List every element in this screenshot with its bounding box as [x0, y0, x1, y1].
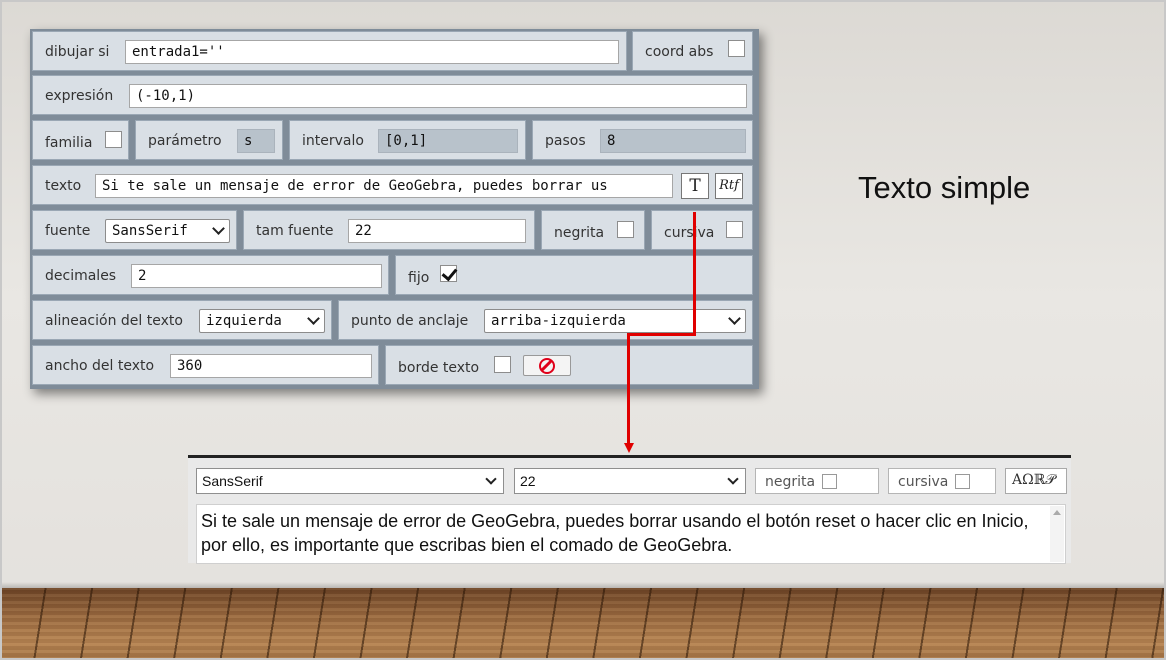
- expression-label: expresión: [45, 88, 114, 104]
- draw-if-input[interactable]: entrada1='': [125, 40, 619, 64]
- coord-abs-checkbox[interactable]: [728, 40, 745, 57]
- no-border-color-button[interactable]: [523, 355, 571, 376]
- text-label: texto: [45, 178, 82, 194]
- rich-text-button[interactable]: Rtf: [715, 173, 743, 199]
- expression-cell: expresión (-10,1): [32, 75, 753, 115]
- border-label: borde texto: [398, 360, 480, 376]
- parameter-input[interactable]: s: [237, 129, 275, 153]
- arrow-segment-left: [627, 333, 696, 336]
- row-draw-if: dibujar si entrada1='' coord abs: [30, 31, 759, 71]
- coord-abs-label: coord abs: [645, 44, 714, 60]
- chevron-down-icon: [485, 473, 497, 485]
- family-cell: familia: [32, 120, 129, 160]
- family-checkbox[interactable]: [105, 131, 122, 148]
- plain-text-button[interactable]: T: [681, 173, 709, 199]
- anchor-select-value: arriba-izquierda: [491, 313, 626, 329]
- font-cell: fuente SansSerif: [32, 210, 237, 250]
- text-cell: texto Si te sale un mensaje de error de …: [32, 165, 753, 205]
- editor-font-value: SansSerif: [202, 473, 263, 489]
- editor-bold-label: negrita: [765, 474, 816, 490]
- slide-title: Texto simple: [858, 170, 1031, 205]
- bold-cell: negrita: [541, 210, 645, 250]
- editor-bold-checkbox[interactable]: [822, 474, 837, 489]
- arrow-segment-down-2: [627, 333, 630, 445]
- symbols-button[interactable]: AΩℝ𝒫: [1005, 468, 1067, 494]
- italic-checkbox[interactable]: [726, 221, 743, 238]
- fixed-checkbox[interactable]: [440, 265, 457, 282]
- fixed-label: fijo: [408, 270, 430, 286]
- italic-cell: cursiva: [651, 210, 753, 250]
- family-label: familia: [45, 135, 93, 151]
- anchor-select[interactable]: arriba-izquierda: [484, 309, 746, 333]
- interval-input[interactable]: [0,1]: [378, 129, 518, 153]
- no-entry-icon: [539, 358, 555, 374]
- font-size-label: tam fuente: [256, 223, 334, 239]
- font-size-cell: tam fuente 22: [243, 210, 535, 250]
- font-size-input[interactable]: 22: [348, 219, 526, 243]
- anchor-label: punto de anclaje: [351, 313, 469, 329]
- decimals-input[interactable]: 2: [131, 264, 382, 288]
- chevron-down-icon: [728, 312, 741, 325]
- interval-label: intervalo: [302, 133, 364, 149]
- interval-cell: intervalo [0,1]: [289, 120, 526, 160]
- draw-if-cell: dibujar si entrada1='': [32, 31, 627, 71]
- row-font: fuente SansSerif tam fuente 22 negrita c…: [30, 210, 759, 250]
- row-family: familia parámetro s intervalo [0,1] paso…: [30, 120, 759, 160]
- parameter-cell: parámetro s: [135, 120, 283, 160]
- chevron-down-icon: [727, 473, 739, 485]
- editor-italic-label: cursiva: [898, 474, 949, 490]
- text-width-input[interactable]: 360: [170, 354, 372, 378]
- editor-bold-toggle[interactable]: negrita: [755, 468, 879, 494]
- rich-text-editor: SansSerif 22 negrita cursiva AΩℝ𝒫 Si te …: [188, 455, 1071, 564]
- text-width-label: ancho del texto: [45, 358, 155, 374]
- alignment-select[interactable]: izquierda: [199, 309, 325, 333]
- text-width-cell: ancho del texto 360: [32, 345, 379, 385]
- steps-input[interactable]: 8: [600, 129, 746, 153]
- editor-italic-checkbox[interactable]: [955, 474, 970, 489]
- draw-if-label: dibujar si: [45, 44, 110, 60]
- decimals-label: decimales: [45, 268, 117, 284]
- row-decimals: decimales 2 fijo: [30, 255, 759, 295]
- wooden-floor: [0, 588, 1166, 660]
- parameter-label: parámetro: [148, 133, 222, 149]
- expression-input[interactable]: (-10,1): [129, 84, 747, 108]
- row-expression: expresión (-10,1): [30, 75, 759, 115]
- chevron-down-icon: [212, 222, 225, 235]
- font-select[interactable]: SansSerif: [105, 219, 230, 243]
- editor-text-area[interactable]: Si te sale un mensaje de error de GeoGeb…: [196, 504, 1066, 564]
- font-label: fuente: [45, 223, 91, 239]
- decimals-cell: decimales 2: [32, 255, 389, 295]
- coord-abs-cell: coord abs: [632, 31, 753, 71]
- editor-font-select[interactable]: SansSerif: [196, 468, 504, 494]
- bold-label: negrita: [554, 225, 605, 241]
- chevron-down-icon: [307, 312, 320, 325]
- text-input[interactable]: Si te sale un mensaje de error de GeoGeb…: [95, 174, 673, 198]
- bold-checkbox[interactable]: [617, 221, 634, 238]
- alignment-label: alineación del texto: [45, 313, 183, 329]
- alignment-select-value: izquierda: [206, 313, 282, 329]
- editor-size-select[interactable]: 22: [514, 468, 746, 494]
- font-select-value: SansSerif: [112, 223, 188, 239]
- arrow-segment-down: [693, 212, 696, 335]
- steps-label: pasos: [545, 133, 586, 149]
- italic-label: cursiva: [664, 225, 715, 241]
- row-text: texto Si te sale un mensaje de error de …: [30, 165, 759, 205]
- editor-size-value: 22: [520, 473, 536, 489]
- border-checkbox[interactable]: [494, 356, 511, 373]
- alignment-cell: alineación del texto izquierda: [32, 300, 332, 340]
- scrollbar[interactable]: [1050, 506, 1064, 562]
- arrow-head: [624, 443, 634, 453]
- fixed-cell: fijo: [395, 255, 753, 295]
- border-cell: borde texto: [385, 345, 753, 385]
- editor-italic-toggle[interactable]: cursiva: [888, 468, 996, 494]
- editor-text-content: Si te sale un mensaje de error de GeoGeb…: [201, 511, 1029, 555]
- steps-cell: pasos 8: [532, 120, 753, 160]
- row-text-width: ancho del texto 360 borde texto: [30, 345, 759, 385]
